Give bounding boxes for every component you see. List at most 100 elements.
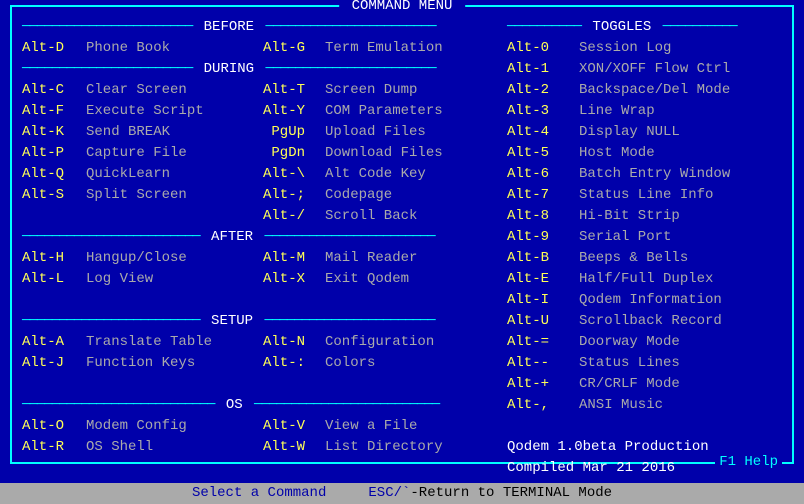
right-column: ────────── TOGGLES ────────── Alt-0Sessi… <box>497 17 787 452</box>
toggle-desc: Batch Entry Window <box>579 164 730 185</box>
toggle-row[interactable]: Alt-2Backspace/Del Mode <box>507 80 787 101</box>
toggle-row[interactable]: Alt-IQodem Information <box>507 290 787 311</box>
command-row[interactable]: Alt-KSend BREAKPgUpUpload Files <box>22 122 497 143</box>
command-row[interactable]: Alt-CClear ScreenAlt-TScreen Dump <box>22 80 497 101</box>
command-desc: Clear Screen <box>86 80 261 101</box>
command-row[interactable]: Alt-FExecute ScriptAlt-YCOM Parameters <box>22 101 497 122</box>
toggle-row[interactable]: Alt-3Line Wrap <box>507 101 787 122</box>
key-label: Alt-D <box>22 38 86 59</box>
command-desc: Send BREAK <box>86 122 261 143</box>
key-label: Alt-= <box>507 332 579 353</box>
key-label: Alt-2 <box>507 80 579 101</box>
command-row[interactable]: Alt-SSplit ScreenAlt-;Codepage <box>22 185 497 206</box>
command-desc: Download Files <box>325 143 497 164</box>
toggle-desc: Status Line Info <box>579 185 713 206</box>
toggle-desc: Qodem Information <box>579 290 722 311</box>
toggle-row[interactable]: Alt-=Doorway Mode <box>507 332 787 353</box>
key-label: Alt-/ <box>261 206 325 227</box>
command-desc: View a File <box>325 416 497 437</box>
key-label: Alt-G <box>261 38 325 59</box>
command-desc: Colors <box>325 353 497 374</box>
toggle-row[interactable]: Alt-0Session Log <box>507 38 787 59</box>
key-label: Alt-8 <box>507 206 579 227</box>
toggle-row[interactable]: Alt-EHalf/Full Duplex <box>507 269 787 290</box>
key-label: Alt-; <box>261 185 325 206</box>
key-label: Alt-A <box>22 332 86 353</box>
toggle-row[interactable]: Alt--Status Lines <box>507 353 787 374</box>
toggle-row[interactable]: Alt-BBeeps & Bells <box>507 248 787 269</box>
toggle-row[interactable]: Alt-+CR/CRLF Mode <box>507 374 787 395</box>
key-label: Alt-S <box>22 185 86 206</box>
toggle-row[interactable]: Alt-6Batch Entry Window <box>507 164 787 185</box>
key-label: Alt-Q <box>22 164 86 185</box>
status-esc[interactable]: ESC/` <box>368 485 410 501</box>
toggle-row[interactable]: Alt-5Host Mode <box>507 143 787 164</box>
key-label: Alt-H <box>22 248 86 269</box>
key-label: Alt-M <box>261 248 325 269</box>
command-row[interactable]: Alt-HHangup/CloseAlt-MMail Reader <box>22 248 497 269</box>
toggle-desc: Beeps & Bells <box>579 248 688 269</box>
section-toggles: ────────── TOGGLES ────────── <box>507 17 787 38</box>
command-desc: COM Parameters <box>325 101 497 122</box>
command-desc: Execute Script <box>86 101 261 122</box>
key-label: Alt-C <box>22 80 86 101</box>
command-row[interactable]: Alt-/Scroll Back <box>22 206 497 227</box>
key-label: Alt-O <box>22 416 86 437</box>
key-label: Alt-0 <box>507 38 579 59</box>
key-label: Alt-7 <box>507 185 579 206</box>
toggle-row[interactable]: Alt-9Serial Port <box>507 227 787 248</box>
command-row[interactable]: Alt-LLog ViewAlt-XExit Qodem <box>22 269 497 290</box>
key-label: Alt-W <box>261 437 325 458</box>
key-label: Alt-Y <box>261 101 325 122</box>
section-os: ────────────────────────── OS ──────────… <box>22 395 497 416</box>
key-label: Alt-3 <box>507 101 579 122</box>
key-label: Alt-- <box>507 353 579 374</box>
key-label: Alt-I <box>507 290 579 311</box>
command-row[interactable]: Alt-QQuickLearnAlt-\Alt Code Key <box>22 164 497 185</box>
status-prompt: Select a Command <box>192 485 326 501</box>
command-row[interactable]: Alt-JFunction KeysAlt-:Colors <box>22 353 497 374</box>
command-row[interactable]: Alt-ATranslate TableAlt-NConfiguration <box>22 332 497 353</box>
toggle-row[interactable]: Alt-,ANSI Music <box>507 395 787 416</box>
section-before: ─────────────────────── BEFORE ─────────… <box>22 17 497 38</box>
command-desc: Phone Book <box>86 38 261 59</box>
main-window: COMMAND MENU F1 Help ───────────────────… <box>10 5 794 464</box>
section-after: ──────────────────────── AFTER ─────────… <box>22 227 497 248</box>
toggle-row[interactable]: Alt-1XON/XOFF Flow Ctrl <box>507 59 787 80</box>
key-label: Alt-F <box>22 101 86 122</box>
command-desc: QuickLearn <box>86 164 261 185</box>
command-desc: Modem Config <box>86 416 261 437</box>
section-setup: ──────────────────────── SETUP ─────────… <box>22 311 497 332</box>
version-line2: Compiled Mar 21 2016 <box>507 458 787 479</box>
toggle-desc: Serial Port <box>579 227 671 248</box>
key-label: Alt-R <box>22 437 86 458</box>
key-label: PgDn <box>261 143 325 164</box>
key-label: PgUp <box>261 122 325 143</box>
toggle-desc: Host Mode <box>579 143 655 164</box>
toggle-row[interactable]: Alt-7Status Line Info <box>507 185 787 206</box>
command-desc: Scroll Back <box>325 206 497 227</box>
toggle-row[interactable]: Alt-UScrollback Record <box>507 311 787 332</box>
command-row[interactable]: Alt-DPhone BookAlt-GTerm Emulation <box>22 38 497 59</box>
key-label: Alt-T <box>261 80 325 101</box>
command-desc: OS Shell <box>86 437 261 458</box>
command-desc: Codepage <box>325 185 497 206</box>
command-desc: Alt Code Key <box>325 164 497 185</box>
key-label: Alt-, <box>507 395 579 416</box>
command-row[interactable]: Alt-OModem ConfigAlt-VView a File <box>22 416 497 437</box>
toggle-row[interactable]: Alt-4Display NULL <box>507 122 787 143</box>
toggle-desc: Status Lines <box>579 353 680 374</box>
command-desc: Function Keys <box>86 353 261 374</box>
command-row[interactable]: Alt-PCapture FilePgDnDownload Files <box>22 143 497 164</box>
key-label: Alt-: <box>261 353 325 374</box>
command-desc: Term Emulation <box>325 38 497 59</box>
toggle-row[interactable]: Alt-8Hi-Bit Strip <box>507 206 787 227</box>
command-desc: List Directory <box>325 437 497 458</box>
key-label <box>22 206 86 227</box>
command-desc: Screen Dump <box>325 80 497 101</box>
toggle-desc: Backspace/Del Mode <box>579 80 730 101</box>
toggle-desc: ANSI Music <box>579 395 663 416</box>
section-during: ─────────────────────── DURING ─────────… <box>22 59 497 80</box>
command-row[interactable]: Alt-ROS ShellAlt-WList Directory <box>22 437 497 458</box>
key-label: Alt-L <box>22 269 86 290</box>
